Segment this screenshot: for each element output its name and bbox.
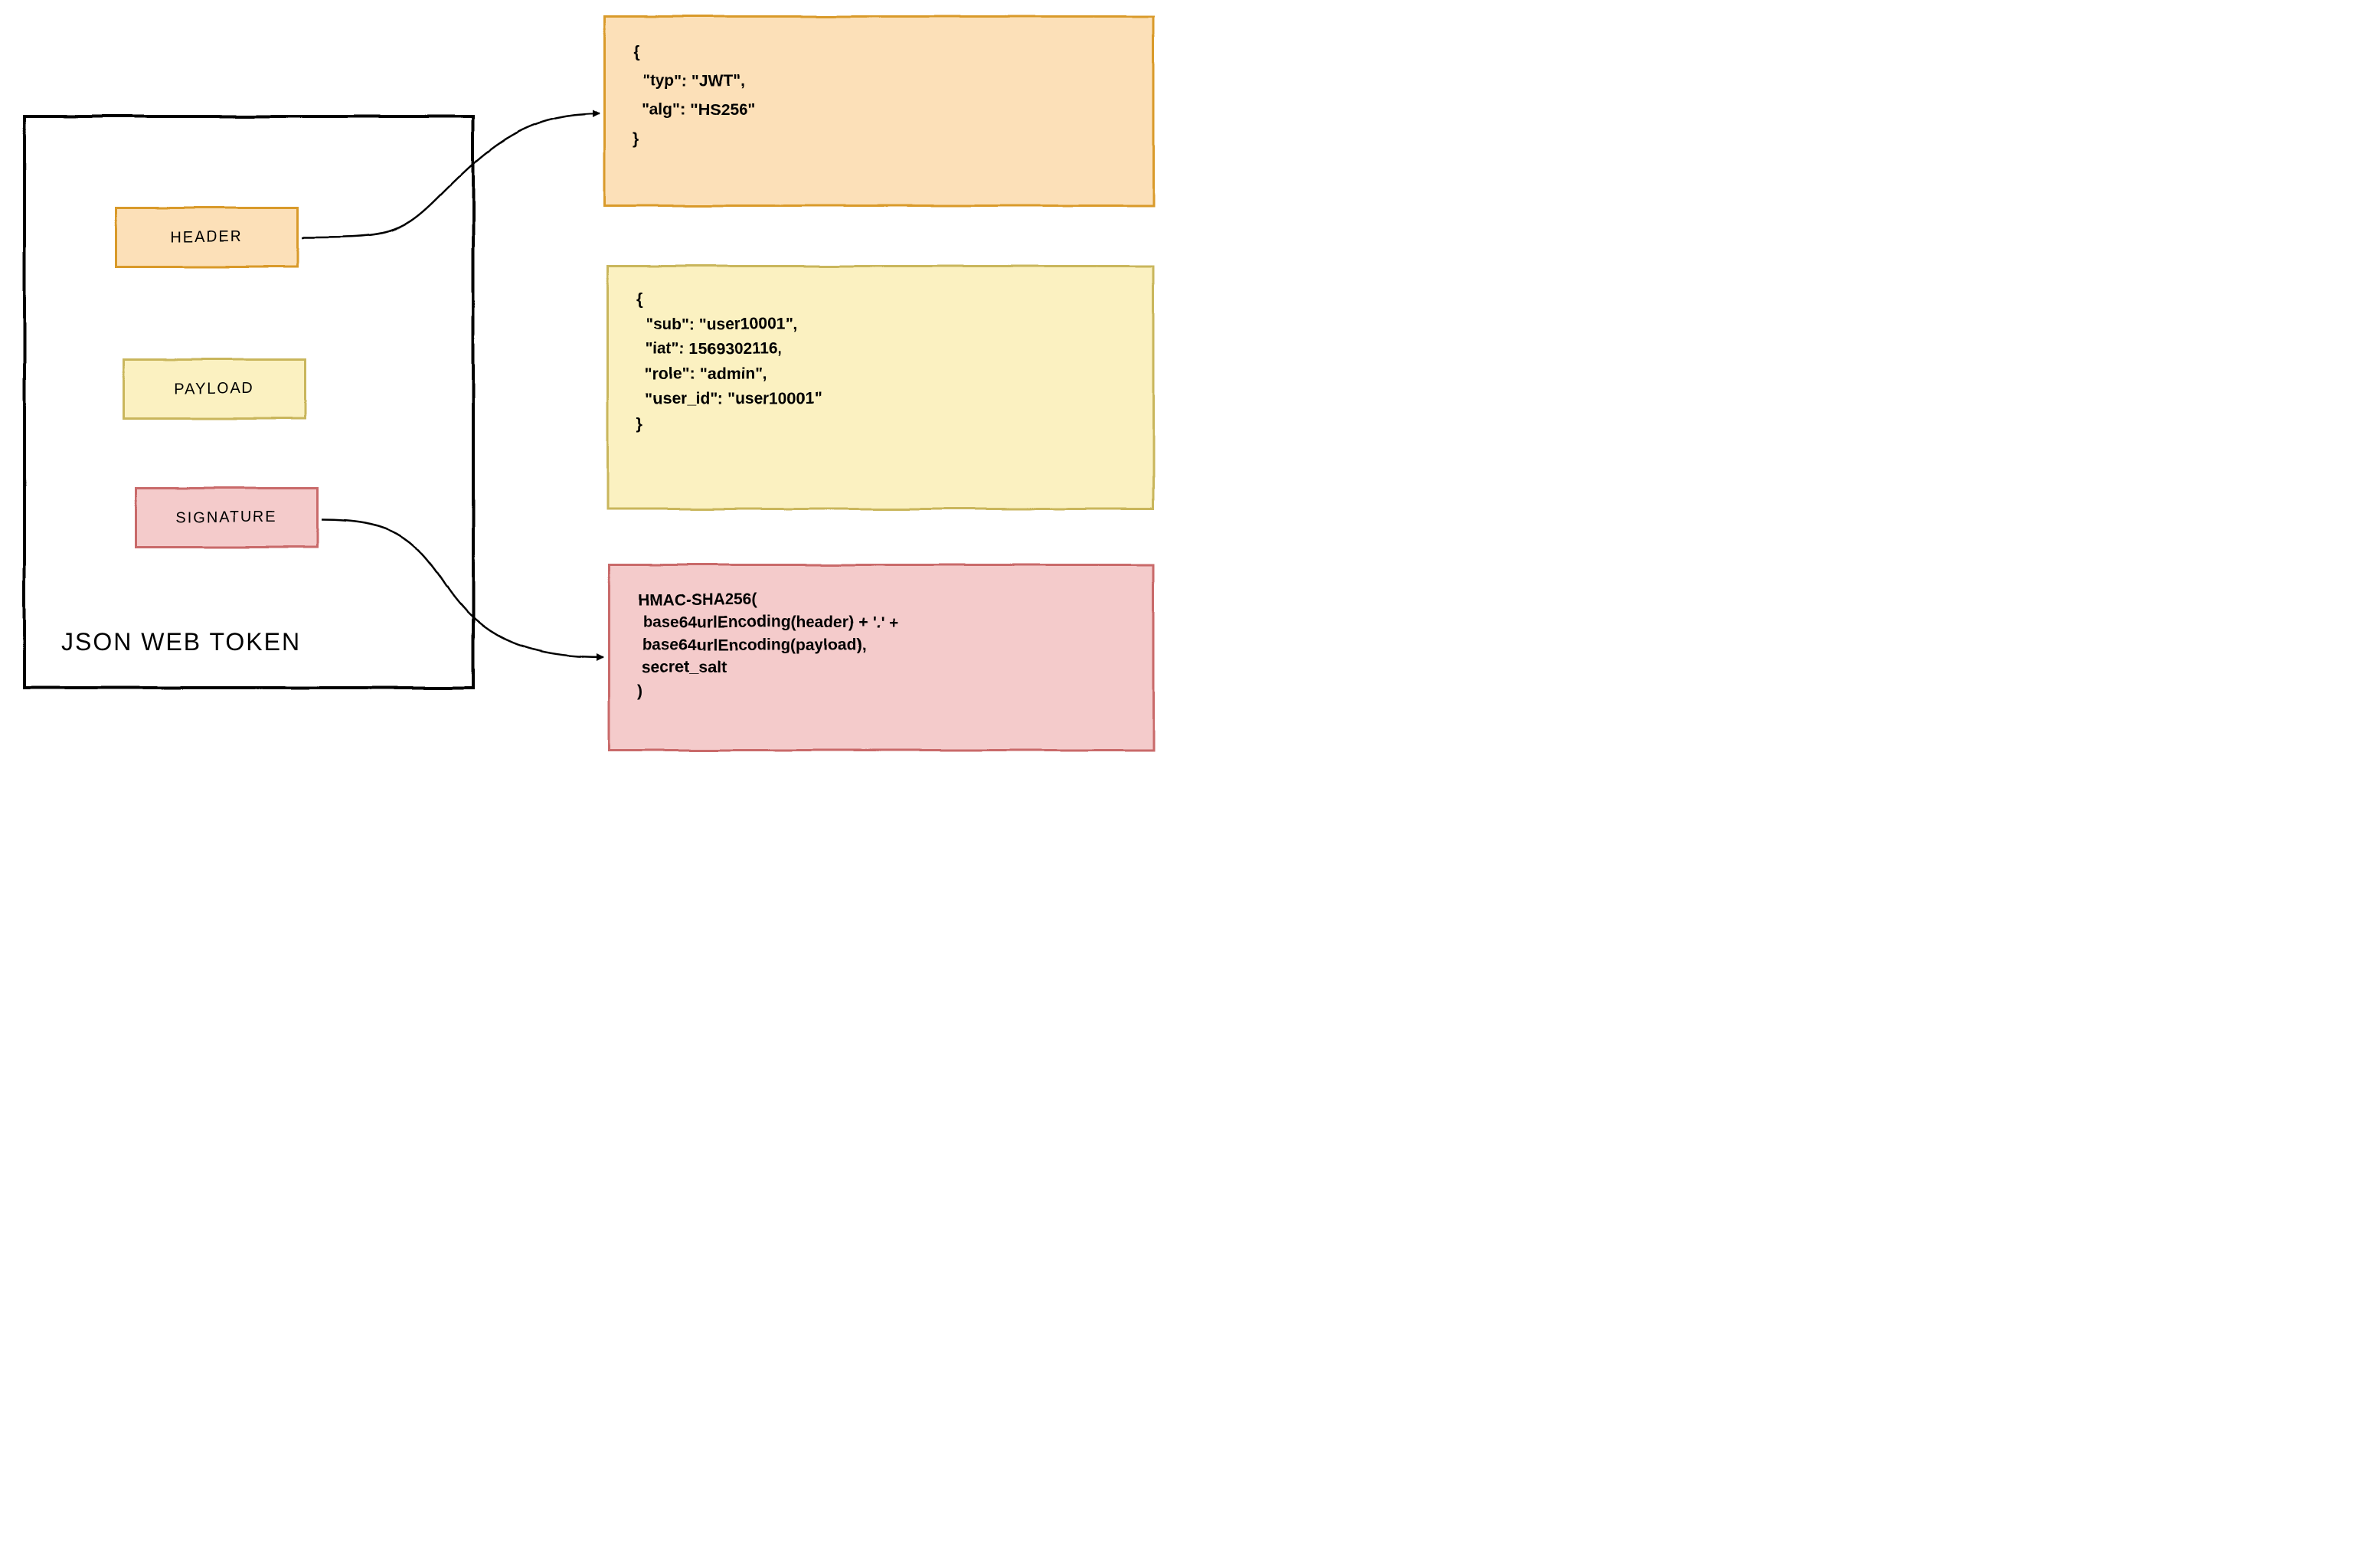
diagram-canvas: JSON WEB TOKEN HEADER PAYLOAD SIGNATURE … <box>0 0 1190 772</box>
payload-label: PAYLOAD <box>174 381 255 398</box>
signature-box: SIGNATURE <box>135 487 319 548</box>
signature-label: SIGNATURE <box>175 509 277 527</box>
signature-content-box: HMAC-SHA256( base64urlEncoding(header) +… <box>608 564 1155 751</box>
payload-content-box: { "sub": "user10001", "iat": 1569302116,… <box>606 265 1155 510</box>
header-box: HEADER <box>115 207 299 268</box>
jwt-title: JSON WEB TOKEN <box>61 628 301 656</box>
header-content-box: { "typ": "JWT", "alg": "HS256" } <box>603 15 1155 207</box>
header-label: HEADER <box>170 229 243 247</box>
payload-box: PAYLOAD <box>123 358 306 420</box>
